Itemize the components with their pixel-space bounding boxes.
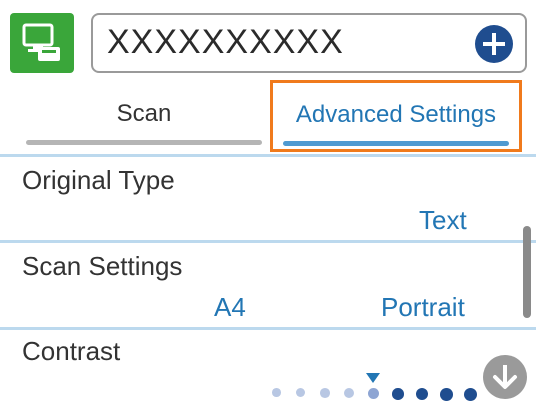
divider	[0, 240, 536, 243]
tab-advanced-settings[interactable]: Advanced Settings	[270, 80, 522, 152]
scroll-down-button[interactable]	[483, 355, 527, 399]
tab-scan-label: Scan	[116, 100, 172, 127]
contrast-level-dot	[440, 388, 453, 401]
contrast-level-dot	[344, 388, 355, 399]
add-destination-button[interactable]	[475, 25, 513, 63]
tab-advanced-settings-underline	[283, 141, 509, 146]
tab-bar: Scan Advanced Settings	[0, 80, 536, 156]
arrow-down-icon	[493, 365, 517, 389]
top-bar: XXXXXXXXXX	[0, 0, 536, 78]
contrast-level-dot	[320, 388, 330, 398]
scrollbar[interactable]	[523, 226, 531, 318]
scan-settings-label: Scan Settings	[22, 251, 183, 281]
contrast-level-dot	[416, 388, 429, 401]
divider	[0, 154, 536, 157]
scan-to-computer-icon[interactable]	[10, 13, 74, 73]
contrast-marker-icon	[366, 372, 380, 390]
contrast-level-dot	[296, 388, 306, 398]
scan-settings-size: A4	[214, 292, 246, 322]
contrast-level-dot	[464, 388, 478, 401]
divider	[0, 327, 536, 330]
contrast-level-dot	[392, 388, 404, 400]
destination-field[interactable]: XXXXXXXXXX	[91, 13, 527, 73]
contrast-scale	[268, 370, 478, 401]
destination-value: XXXXXXXXXX	[107, 23, 344, 61]
tab-advanced-settings-label: Advanced Settings	[295, 101, 497, 128]
scan-settings-orientation: Portrait	[381, 292, 465, 322]
contrast-label: Contrast	[22, 336, 121, 366]
contrast-level-dot	[272, 388, 281, 397]
original-type-label: Original Type	[22, 165, 175, 195]
original-type-value: Text	[419, 205, 467, 235]
tab-scan[interactable]: Scan	[26, 80, 262, 148]
plus-icon	[483, 33, 505, 55]
tab-scan-underline	[26, 140, 262, 145]
